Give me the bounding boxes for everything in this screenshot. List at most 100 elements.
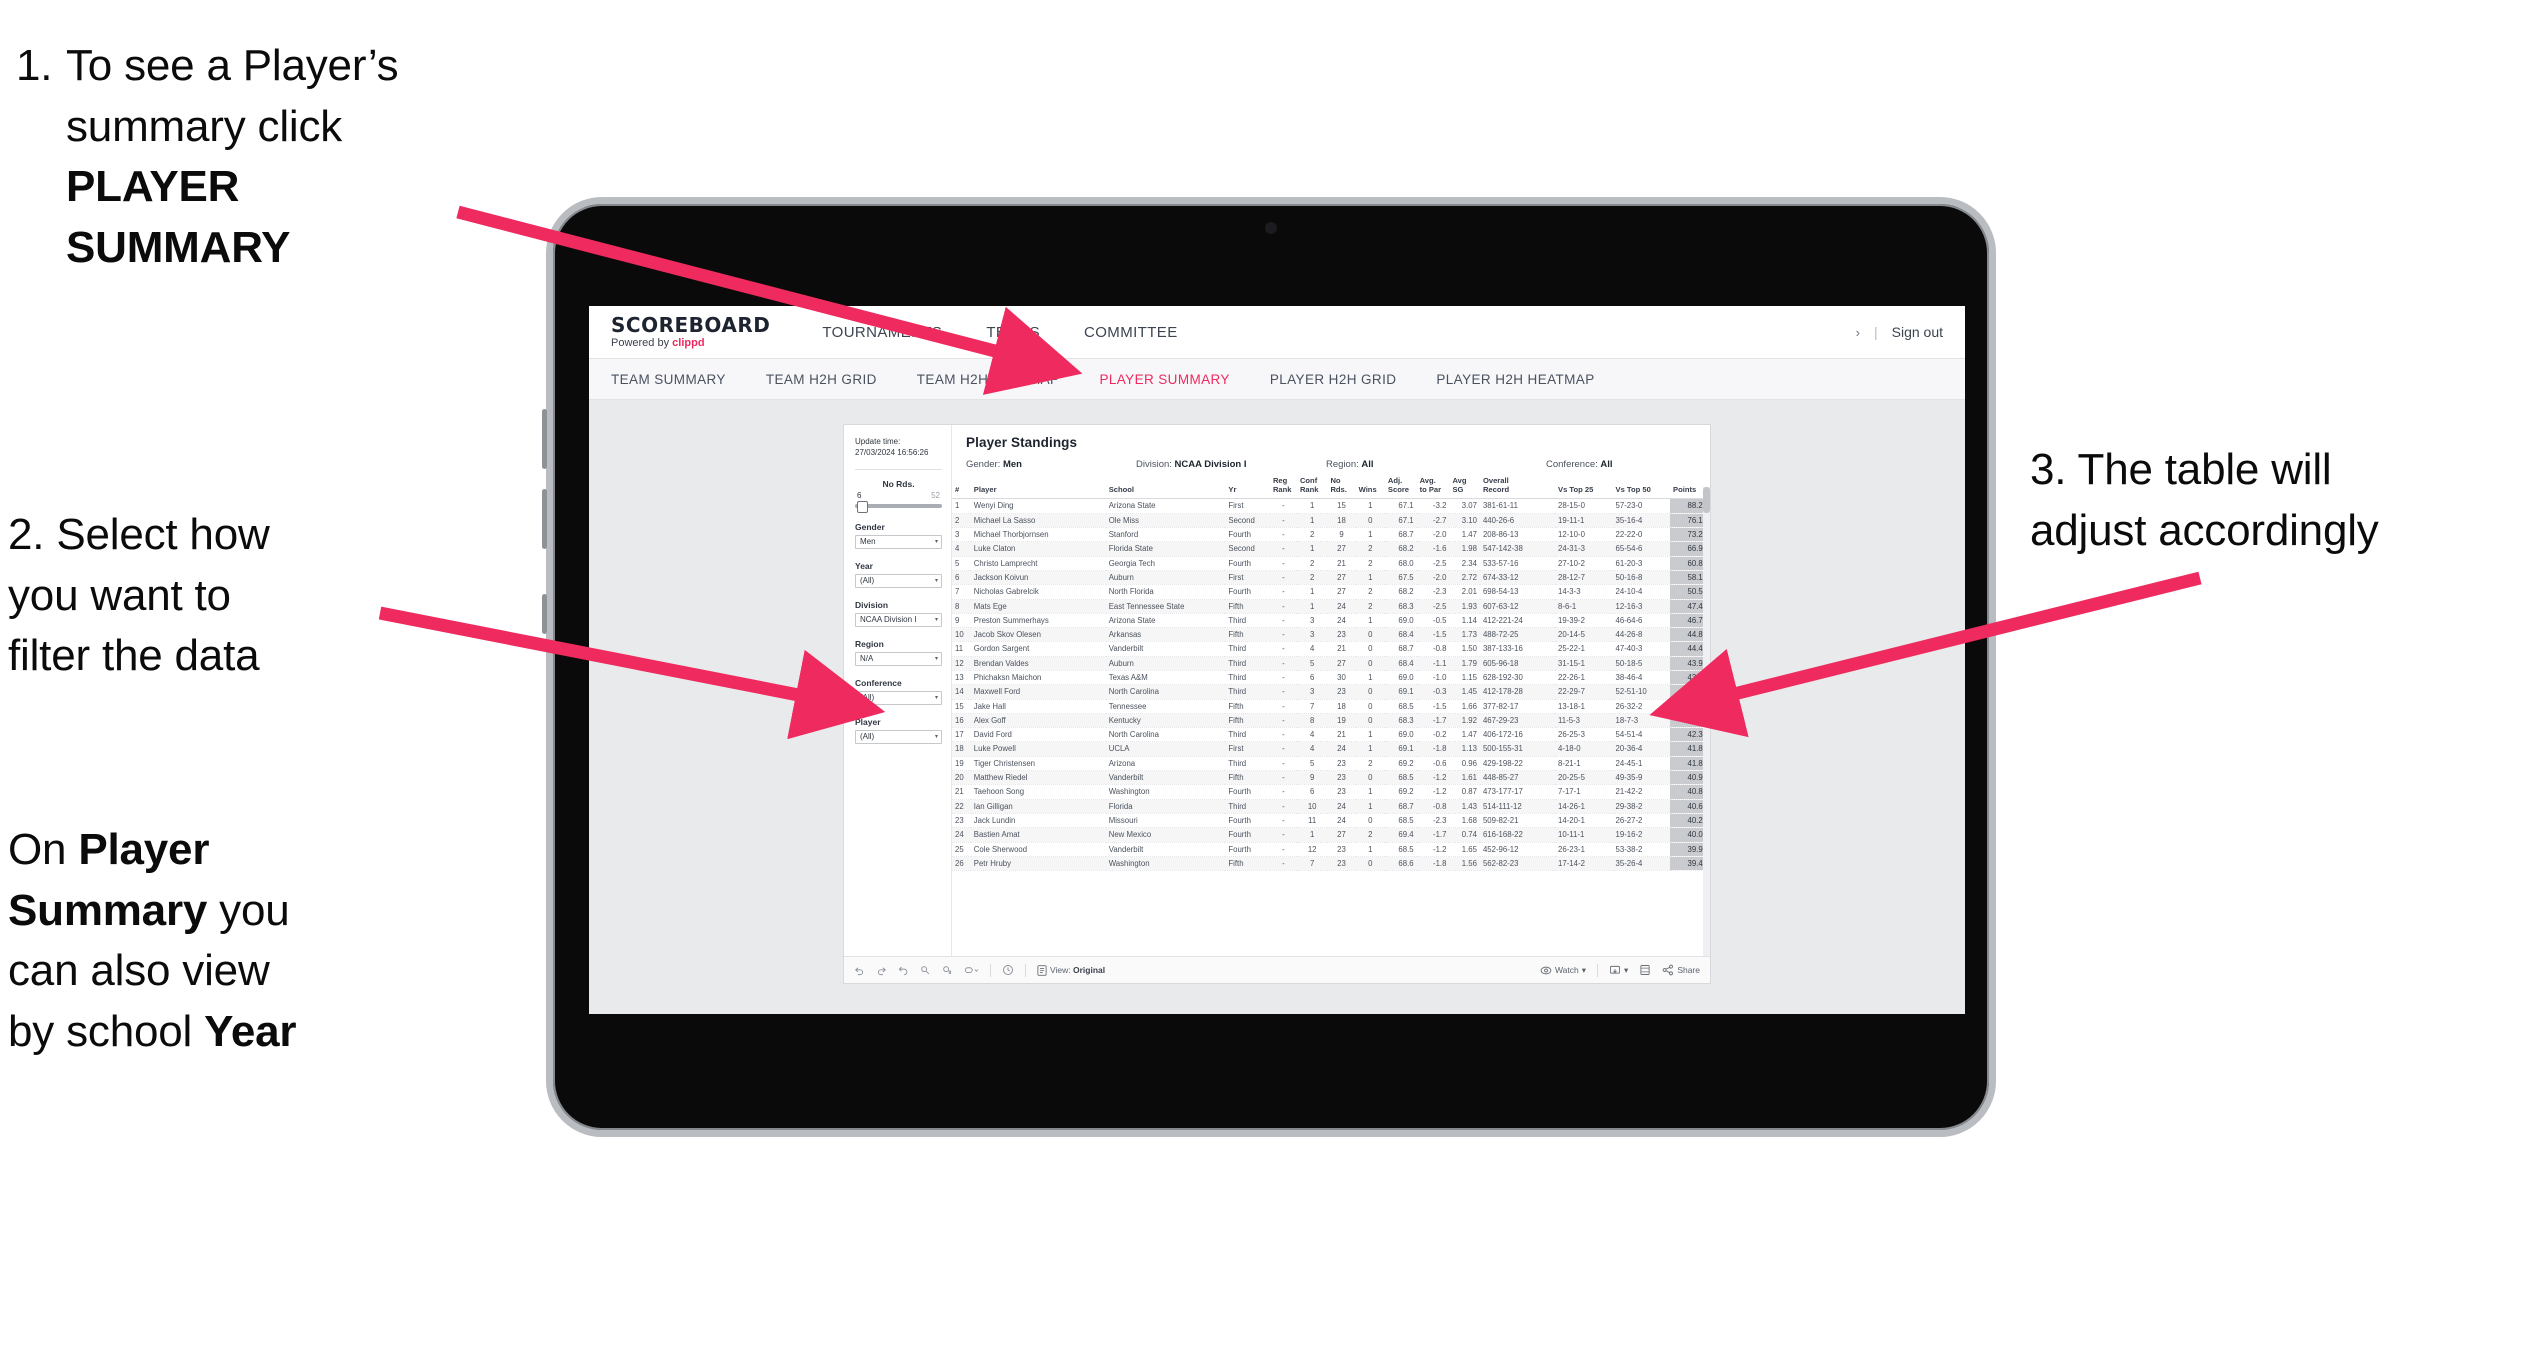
account-chevron-icon[interactable]: › bbox=[1856, 325, 1860, 340]
col-rank[interactable]: # bbox=[952, 477, 971, 500]
toolbar-divider-1 bbox=[990, 963, 991, 977]
col-wins[interactable]: Wins bbox=[1355, 477, 1385, 500]
refresh-icon[interactable] bbox=[920, 965, 931, 976]
tab-team-h2h-grid[interactable]: TEAM H2H GRID bbox=[766, 372, 877, 387]
col-avg-sg[interactable]: Avg SG bbox=[1449, 476, 1480, 500]
table-row[interactable]: 23 Jack Lundin Missouri Fourth -11 24 0 68.5 -2.… bbox=[952, 813, 1710, 829]
cell-vs-top-25: 7-17-1 bbox=[1555, 784, 1613, 800]
table-row[interactable]: 6 Jackson Koivun Auburn First -2 27 1 67.5 -2.0 2… bbox=[952, 570, 1710, 586]
table-row[interactable]: 24 Bastien Amat New Mexico Fourth -1 27 2 69.4-… bbox=[952, 827, 1710, 843]
tab-team-summary[interactable]: TEAM SUMMARY bbox=[611, 372, 726, 387]
table-row[interactable]: 21 Taehoon Song Washington Fourth -6 23 1 69.2-… bbox=[952, 784, 1710, 800]
tab-player-h2h-grid[interactable]: PLAYER H2H GRID bbox=[1270, 372, 1397, 387]
col-school[interactable]: School bbox=[1105, 477, 1226, 500]
table-row[interactable]: 8 Mats Ege East Tennessee State Fifth -1 24 2 6… bbox=[952, 599, 1710, 614]
cell-avg-to-par: -1.7 bbox=[1416, 827, 1450, 843]
cell-conf-rank: 1 bbox=[1296, 599, 1328, 614]
nav-item-committee[interactable]: COMMITTEE bbox=[1084, 306, 1178, 358]
cell-wins: 2 bbox=[1355, 827, 1385, 843]
table-row[interactable]: 3 Michael Thorbjornsen Stanford Fourth -2 9 1 6… bbox=[952, 527, 1710, 543]
undo-icon[interactable] bbox=[854, 965, 865, 976]
table-row[interactable]: 4 Luke Claton Florida State Second -1 27 2 68.2… bbox=[952, 541, 1710, 557]
annotation-step-2-note-line4-pre: by school bbox=[8, 1007, 205, 1057]
pause-auto-update-icon[interactable] bbox=[1002, 964, 1014, 976]
filter-year: Year (All) ▾ bbox=[855, 561, 942, 588]
filter-year-select[interactable]: (All) ▾ bbox=[855, 573, 942, 588]
fullscreen-button[interactable] bbox=[1639, 964, 1651, 976]
col-vs-top-50[interactable]: Vs Top 50 bbox=[1612, 477, 1670, 500]
cell-vs-top-50: 50-18-5 bbox=[1612, 656, 1670, 672]
cell-rank: 15 bbox=[952, 699, 971, 714]
col-yr[interactable]: Yr bbox=[1225, 477, 1270, 500]
table-row[interactable]: 17 David Ford North Carolina Third -4 21 1 69.0… bbox=[952, 727, 1710, 743]
tab-player-summary[interactable]: PLAYER SUMMARY bbox=[1099, 372, 1229, 387]
sign-out-link[interactable]: Sign out bbox=[1892, 324, 1943, 340]
filter-gender-select[interactable]: Men ▾ bbox=[855, 534, 942, 549]
cell-reg-rank: - bbox=[1269, 541, 1297, 557]
table-row[interactable]: 9 Preston Summerhays Arizona State Third -3 2… bbox=[952, 613, 1710, 629]
tab-player-h2h-heatmap[interactable]: PLAYER H2H HEATMAP bbox=[1436, 372, 1594, 387]
table-row[interactable]: 19 Tiger Christensen Arizona Third -5 23 2 69.2… bbox=[952, 756, 1710, 772]
col-reg-rank-l1: Reg bbox=[1272, 476, 1288, 485]
revert-icon[interactable] bbox=[898, 965, 909, 976]
filter-player-select[interactable]: (All) ▾ bbox=[855, 729, 942, 744]
cell-avg-sg: 1.56 bbox=[1449, 856, 1480, 872]
table-scrollbar-thumb[interactable] bbox=[1703, 487, 1710, 513]
cell-adj-score: 68.0 bbox=[1384, 556, 1417, 571]
col-overall-record[interactable]: Overall Record bbox=[1479, 476, 1556, 500]
cell-vs-top-25: 24-31-3 bbox=[1555, 541, 1613, 557]
cell-vs-top-25: 20-14-5 bbox=[1555, 627, 1613, 643]
page-title: Player Standings bbox=[966, 435, 1078, 450]
tab-team-h2h-heatmap[interactable]: TEAM H2H HEATMAP bbox=[917, 372, 1060, 387]
table-row[interactable]: 5 Christo Lamprecht Georgia Tech Fourth -2 21… bbox=[952, 556, 1710, 571]
table-row[interactable]: 26 Petr Hruby Washington Fifth -7 23 0 68.6 -1.8… bbox=[952, 856, 1710, 872]
table-row[interactable]: 12 Brendan Valdes Auburn Third -5 27 0 68.4 -1.1… bbox=[952, 656, 1710, 672]
cell-school: Arizona State bbox=[1105, 613, 1226, 629]
cell-no-rds: 27 bbox=[1327, 570, 1356, 586]
share-button[interactable]: Share bbox=[1662, 964, 1700, 976]
table-row[interactable]: 10 Jacob Skov Olesen Arkansas Fifth -3 23 0 68.… bbox=[952, 627, 1710, 643]
table-row[interactable]: 22 Ian Gilligan Florida Third -10 24 1 68.7 -0.8… bbox=[952, 799, 1710, 814]
no-rounds-slider-handle[interactable] bbox=[857, 500, 868, 513]
cell-rank: 14 bbox=[952, 684, 971, 700]
table-row[interactable]: 13 Phichaksn Maichon Texas A&M Third -6 30 1 69… bbox=[952, 670, 1710, 686]
table-row[interactable]: 20 Matthew Riedel Vanderbilt Fifth -9 23 0 68.5… bbox=[952, 770, 1710, 786]
col-player[interactable]: Player bbox=[970, 477, 1106, 500]
cell-overall-record: 533-57-16 bbox=[1479, 556, 1556, 571]
nav-item-teams[interactable]: TEAMS bbox=[986, 306, 1040, 358]
table-row[interactable]: 14 Maxwell Ford North Carolina Third -3 23 0 69… bbox=[952, 684, 1710, 700]
cell-adj-score: 68.2 bbox=[1384, 584, 1417, 600]
highlight-icon[interactable] bbox=[964, 965, 979, 976]
table-row[interactable]: 11 Gordon Sargent Vanderbilt Third -4 21 0 68.7… bbox=[952, 641, 1710, 657]
cell-rank: 23 bbox=[952, 813, 971, 829]
view-original-button[interactable]: View: Original bbox=[1037, 964, 1106, 976]
table-row[interactable]: 15 Jake Hall Tennessee Fifth -7 18 0 68.5 -1.5 1.… bbox=[952, 699, 1710, 714]
filter-region-select[interactable]: N/A ▾ bbox=[855, 651, 942, 666]
filter-division-select[interactable]: NCAA Division I ▾ bbox=[855, 612, 942, 627]
table-row[interactable]: 1 Wenyi Ding Arizona State First -1 15 1 67.1 -3… bbox=[952, 498, 1710, 514]
col-conf-rank[interactable]: Conf Rank bbox=[1296, 476, 1328, 500]
download-button[interactable]: ▾ bbox=[1609, 965, 1628, 976]
table-row[interactable]: 7 Nicholas Gabrelcik North Florida Fourth -1… bbox=[952, 584, 1710, 600]
col-conf-rank-l2: Rank bbox=[1299, 484, 1319, 494]
col-adj-score[interactable]: Adj. Score bbox=[1384, 476, 1417, 500]
update-time-label: Update time: bbox=[855, 437, 901, 446]
no-rounds-slider-track[interactable] bbox=[855, 500, 942, 513]
cell-avg-to-par: -0.2 bbox=[1416, 727, 1450, 743]
col-reg-rank[interactable]: Reg Rank bbox=[1269, 476, 1297, 500]
cell-no-rds: 23 bbox=[1327, 684, 1356, 700]
table-scrollbar[interactable] bbox=[1703, 487, 1710, 956]
table-row[interactable]: 18 Luke Powell UCLA First -4 24 1 69.1 -1.8 1.13 5… bbox=[952, 741, 1710, 757]
table-row[interactable]: 16 Alex Goff Kentucky Fifth -8 19 0 68.3 -1.7 1.9… bbox=[952, 713, 1710, 729]
redo-icon[interactable] bbox=[876, 965, 887, 976]
table-row[interactable]: 25 Cole Sherwood Vanderbilt Fourth -12 23 1 68.… bbox=[952, 842, 1710, 857]
filter-conference-select[interactable]: (All) ▾ bbox=[855, 690, 942, 705]
watch-button[interactable]: Watch ▾ bbox=[1540, 965, 1586, 976]
view-label-value: Original bbox=[1073, 965, 1106, 975]
pause-icon[interactable] bbox=[942, 965, 953, 976]
col-avg-to-par[interactable]: Avg. to Par bbox=[1416, 476, 1450, 500]
table-row[interactable]: 2 Michael La Sasso Ole Miss Second -1 18 0 67.1… bbox=[952, 513, 1710, 529]
col-no-rds[interactable]: No Rds. bbox=[1327, 476, 1356, 500]
col-vs-top-25[interactable]: Vs Top 25 bbox=[1555, 477, 1613, 500]
nav-item-tournaments[interactable]: TOURNAMENTS bbox=[822, 306, 942, 358]
